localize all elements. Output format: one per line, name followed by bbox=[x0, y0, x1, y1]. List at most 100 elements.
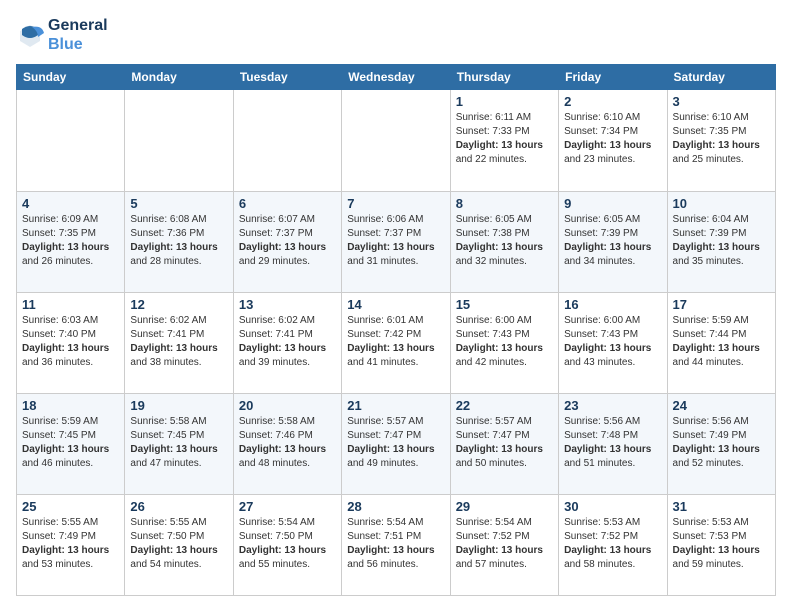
calendar-cell: 13 Sunrise: 6:02 AMSunset: 7:41 PMDayligh… bbox=[233, 292, 341, 393]
cell-date: 12 bbox=[130, 297, 227, 312]
cell-info: Sunrise: 6:08 AMSunset: 7:36 PMDaylight:… bbox=[130, 213, 227, 269]
cell-date: 19 bbox=[130, 398, 227, 413]
cell-info: Sunrise: 6:04 AMSunset: 7:39 PMDaylight:… bbox=[673, 213, 770, 269]
calendar-cell: 23 Sunrise: 5:56 AMSunset: 7:48 PMDayligh… bbox=[559, 393, 667, 494]
cell-info: Sunrise: 5:58 AMSunset: 7:45 PMDaylight:… bbox=[130, 415, 227, 471]
cell-info: Sunrise: 5:54 AMSunset: 7:52 PMDaylight:… bbox=[456, 516, 553, 572]
cell-info: Sunrise: 6:11 AMSunset: 7:33 PMDaylight:… bbox=[456, 111, 553, 167]
logo-icon bbox=[16, 21, 44, 49]
logo: General Blue bbox=[16, 16, 108, 54]
calendar-week-row: 18 Sunrise: 5:59 AMSunset: 7:45 PMDayligh… bbox=[17, 393, 776, 494]
cell-date: 14 bbox=[347, 297, 444, 312]
calendar-cell: 21 Sunrise: 5:57 AMSunset: 7:47 PMDayligh… bbox=[342, 393, 450, 494]
cell-info: Sunrise: 5:57 AMSunset: 7:47 PMDaylight:… bbox=[347, 415, 444, 471]
calendar-cell: 7Sunrise: 6:06 AMSunset: 7:37 PMDaylight… bbox=[342, 191, 450, 292]
cell-date: 15 bbox=[456, 297, 553, 312]
cell-info: Sunrise: 5:56 AMSunset: 7:49 PMDaylight:… bbox=[673, 415, 770, 471]
calendar-cell: 31 Sunrise: 5:53 AMSunset: 7:53 PMDayligh… bbox=[667, 494, 775, 595]
cell-info: Sunrise: 6:02 AMSunset: 7:41 PMDaylight:… bbox=[130, 314, 227, 370]
cell-date: 16 bbox=[564, 297, 661, 312]
cell-date: 29 bbox=[456, 499, 553, 514]
calendar-week-row: 11Sunrise: 6:03 AMSunset: 7:40 PMDayligh… bbox=[17, 292, 776, 393]
calendar-cell: 10 Sunrise: 6:04 AMSunset: 7:39 PMDayligh… bbox=[667, 191, 775, 292]
calendar-cell bbox=[17, 90, 125, 191]
calendar-cell: 14Sunrise: 6:01 AMSunset: 7:42 PMDayligh… bbox=[342, 292, 450, 393]
calendar-cell bbox=[342, 90, 450, 191]
cell-date: 4 bbox=[22, 196, 119, 211]
cell-date: 8 bbox=[456, 196, 553, 211]
calendar-cell: 29 Sunrise: 5:54 AMSunset: 7:52 PMDayligh… bbox=[450, 494, 558, 595]
cell-date: 23 bbox=[564, 398, 661, 413]
calendar-cell: 9 Sunrise: 6:05 AMSunset: 7:39 PMDaylight… bbox=[559, 191, 667, 292]
cell-date: 13 bbox=[239, 297, 336, 312]
cell-date: 2 bbox=[564, 94, 661, 109]
calendar-cell: 19 Sunrise: 5:58 AMSunset: 7:45 PMDayligh… bbox=[125, 393, 233, 494]
calendar-week-row: 1 Sunrise: 6:11 AMSunset: 7:33 PMDaylight… bbox=[17, 90, 776, 191]
calendar-cell: 11Sunrise: 6:03 AMSunset: 7:40 PMDayligh… bbox=[17, 292, 125, 393]
cell-info: Sunrise: 6:02 AMSunset: 7:41 PMDaylight:… bbox=[239, 314, 336, 370]
cell-date: 25 bbox=[22, 499, 119, 514]
page: General Blue SundayMondayTuesdayWednesda… bbox=[0, 0, 792, 612]
weekday-header: Friday bbox=[559, 65, 667, 90]
cell-info: Sunrise: 5:55 AMSunset: 7:49 PMDaylight:… bbox=[22, 516, 119, 572]
calendar-cell: 4Sunrise: 6:09 AMSunset: 7:35 PMDaylight… bbox=[17, 191, 125, 292]
cell-info: Sunrise: 5:58 AMSunset: 7:46 PMDaylight:… bbox=[239, 415, 336, 471]
calendar-cell: 25 Sunrise: 5:55 AMSunset: 7:49 PMDayligh… bbox=[17, 494, 125, 595]
cell-date: 17 bbox=[673, 297, 770, 312]
calendar-cell: 18 Sunrise: 5:59 AMSunset: 7:45 PMDayligh… bbox=[17, 393, 125, 494]
cell-date: 26 bbox=[130, 499, 227, 514]
cell-info: Sunrise: 5:59 AMSunset: 7:44 PMDaylight:… bbox=[673, 314, 770, 370]
weekday-header: Tuesday bbox=[233, 65, 341, 90]
cell-info: Sunrise: 6:05 AMSunset: 7:39 PMDaylight:… bbox=[564, 213, 661, 269]
calendar-week-row: 4Sunrise: 6:09 AMSunset: 7:35 PMDaylight… bbox=[17, 191, 776, 292]
calendar-cell: 28 Sunrise: 5:54 AMSunset: 7:51 PMDayligh… bbox=[342, 494, 450, 595]
cell-date: 28 bbox=[347, 499, 444, 514]
cell-date: 7 bbox=[347, 196, 444, 211]
cell-date: 10 bbox=[673, 196, 770, 211]
cell-info: Sunrise: 5:53 AMSunset: 7:53 PMDaylight:… bbox=[673, 516, 770, 572]
calendar-cell: 22 Sunrise: 5:57 AMSunset: 7:47 PMDayligh… bbox=[450, 393, 558, 494]
calendar-cell: 8 Sunrise: 6:05 AMSunset: 7:38 PMDaylight… bbox=[450, 191, 558, 292]
header: General Blue bbox=[16, 16, 776, 54]
cell-info: Sunrise: 6:10 AMSunset: 7:35 PMDaylight:… bbox=[673, 111, 770, 167]
cell-info: Sunrise: 5:59 AMSunset: 7:45 PMDaylight:… bbox=[22, 415, 119, 471]
cell-info: Sunrise: 5:54 AMSunset: 7:51 PMDaylight:… bbox=[347, 516, 444, 572]
cell-info: Sunrise: 5:56 AMSunset: 7:48 PMDaylight:… bbox=[564, 415, 661, 471]
calendar-cell: 30 Sunrise: 5:53 AMSunset: 7:52 PMDayligh… bbox=[559, 494, 667, 595]
calendar-cell: 16 Sunrise: 6:00 AMSunset: 7:43 PMDayligh… bbox=[559, 292, 667, 393]
cell-date: 21 bbox=[347, 398, 444, 413]
weekday-header: Monday bbox=[125, 65, 233, 90]
cell-info: Sunrise: 5:57 AMSunset: 7:47 PMDaylight:… bbox=[456, 415, 553, 471]
cell-info: Sunrise: 5:53 AMSunset: 7:52 PMDaylight:… bbox=[564, 516, 661, 572]
cell-info: Sunrise: 5:55 AMSunset: 7:50 PMDaylight:… bbox=[130, 516, 227, 572]
calendar-cell: 15Sunrise: 6:00 AMSunset: 7:43 PMDayligh… bbox=[450, 292, 558, 393]
cell-date: 24 bbox=[673, 398, 770, 413]
cell-date: 5 bbox=[130, 196, 227, 211]
cell-info: Sunrise: 6:10 AMSunset: 7:34 PMDaylight:… bbox=[564, 111, 661, 167]
cell-info: Sunrise: 6:05 AMSunset: 7:38 PMDaylight:… bbox=[456, 213, 553, 269]
calendar-cell bbox=[125, 90, 233, 191]
weekday-header: Wednesday bbox=[342, 65, 450, 90]
cell-info: Sunrise: 6:00 AMSunset: 7:43 PMDaylight:… bbox=[564, 314, 661, 370]
calendar-cell: 26 Sunrise: 5:55 AMSunset: 7:50 PMDayligh… bbox=[125, 494, 233, 595]
calendar-cell: 3Sunrise: 6:10 AMSunset: 7:35 PMDaylight… bbox=[667, 90, 775, 191]
cell-date: 1 bbox=[456, 94, 553, 109]
cell-date: 18 bbox=[22, 398, 119, 413]
calendar-cell: 24 Sunrise: 5:56 AMSunset: 7:49 PMDayligh… bbox=[667, 393, 775, 494]
cell-info: Sunrise: 5:54 AMSunset: 7:50 PMDaylight:… bbox=[239, 516, 336, 572]
cell-date: 31 bbox=[673, 499, 770, 514]
cell-info: Sunrise: 6:07 AMSunset: 7:37 PMDaylight:… bbox=[239, 213, 336, 269]
calendar-header-row: SundayMondayTuesdayWednesdayThursdayFrid… bbox=[17, 65, 776, 90]
calendar-cell: 12 Sunrise: 6:02 AMSunset: 7:41 PMDayligh… bbox=[125, 292, 233, 393]
calendar-cell bbox=[233, 90, 341, 191]
cell-date: 11 bbox=[22, 297, 119, 312]
weekday-header: Sunday bbox=[17, 65, 125, 90]
cell-date: 22 bbox=[456, 398, 553, 413]
cell-date: 30 bbox=[564, 499, 661, 514]
cell-date: 6 bbox=[239, 196, 336, 211]
calendar-cell: 1 Sunrise: 6:11 AMSunset: 7:33 PMDaylight… bbox=[450, 90, 558, 191]
logo-text: General Blue bbox=[48, 16, 108, 54]
weekday-header: Thursday bbox=[450, 65, 558, 90]
calendar-cell: 20Sunrise: 5:58 AMSunset: 7:46 PMDayligh… bbox=[233, 393, 341, 494]
cell-date: 9 bbox=[564, 196, 661, 211]
